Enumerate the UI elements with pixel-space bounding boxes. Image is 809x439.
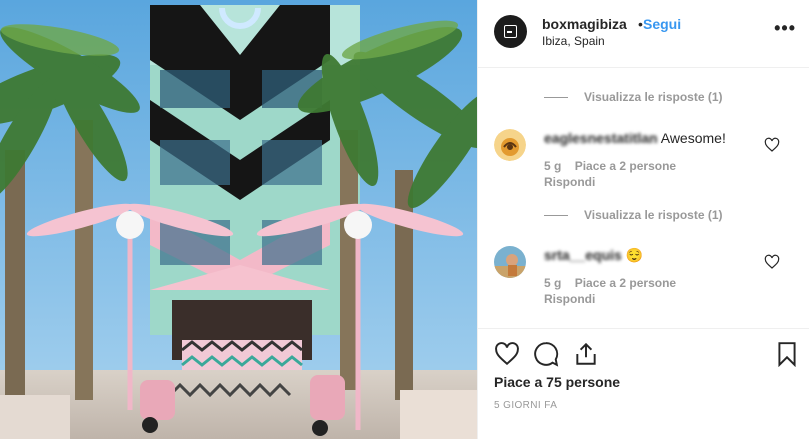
bookmark-icon[interactable]: [774, 341, 800, 367]
heart-icon[interactable]: [764, 254, 780, 270]
post-photo[interactable]: [0, 0, 477, 439]
commenter-avatar[interactable]: [494, 129, 526, 161]
more-options-icon[interactable]: •••: [774, 18, 796, 39]
post-header: boxmagibiza • Segui Ibiza, Spain •••: [478, 0, 809, 68]
heart-icon[interactable]: [764, 137, 780, 153]
comment-age[interactable]: 5 g: [544, 159, 561, 173]
comment-message: 😌: [625, 247, 644, 263]
comment-likes[interactable]: Piace a 2 persone: [575, 159, 676, 173]
view-replies-label: Visualizza le risposte (1): [584, 90, 723, 104]
comment-text: eaglesnestatitlan Awesome!: [544, 129, 764, 147]
post-timestamp[interactable]: 5 GIORNI FA: [494, 400, 557, 411]
view-replies-label: Visualizza le risposte (1): [584, 208, 723, 222]
commenter-avatar-image: [494, 246, 526, 278]
commenter-avatar[interactable]: [494, 246, 526, 278]
comment-meta: 5 g Piace a 2 persone: [544, 159, 764, 173]
comment-body: srta__equis 😌 5 g Piace a 2 persone Risp…: [544, 246, 764, 306]
view-replies-button[interactable]: Visualizza le risposte (1): [544, 207, 723, 223]
heart-icon[interactable]: [494, 341, 520, 367]
post-side-panel: boxmagibiza • Segui Ibiza, Spain ••• Vis…: [477, 0, 809, 439]
comment-username[interactable]: srta__equis: [544, 247, 622, 263]
follow-button[interactable]: Segui: [643, 16, 681, 32]
brand-logo-icon: [504, 25, 517, 38]
likes-count[interactable]: Piace a 75 persone: [494, 374, 620, 390]
comment-icon[interactable]: [533, 341, 559, 367]
replies-divider-line: [544, 214, 568, 216]
comment-body: eaglesnestatitlan Awesome! 5 g Piace a 2…: [544, 129, 764, 189]
post-location[interactable]: Ibiza, Spain: [542, 34, 605, 48]
reply-button[interactable]: Rispondi: [544, 175, 764, 189]
post-actions: Piace a 75 persone 5 GIORNI FA: [478, 328, 809, 439]
view-replies-button[interactable]: Visualizza le risposte (1): [544, 89, 723, 105]
comment-message: Awesome!: [660, 130, 726, 146]
hotel-facade-image: [0, 0, 477, 439]
share-icon[interactable]: [573, 341, 599, 367]
comment-likes[interactable]: Piace a 2 persone: [575, 276, 676, 290]
account-username[interactable]: boxmagibiza: [542, 16, 627, 32]
comment-meta: 5 g Piace a 2 persone: [544, 276, 764, 290]
reply-button[interactable]: Rispondi: [544, 292, 764, 306]
replies-divider-line: [544, 96, 568, 98]
comment-age[interactable]: 5 g: [544, 276, 561, 290]
account-avatar[interactable]: [494, 15, 527, 48]
comment-text: srta__equis 😌: [544, 246, 764, 264]
comment-username[interactable]: eaglesnestatitlan: [544, 130, 658, 146]
comments-list[interactable]: Visualizza le risposte (1) eaglesnestati…: [478, 68, 809, 328]
commenter-avatar-image: [494, 129, 526, 161]
